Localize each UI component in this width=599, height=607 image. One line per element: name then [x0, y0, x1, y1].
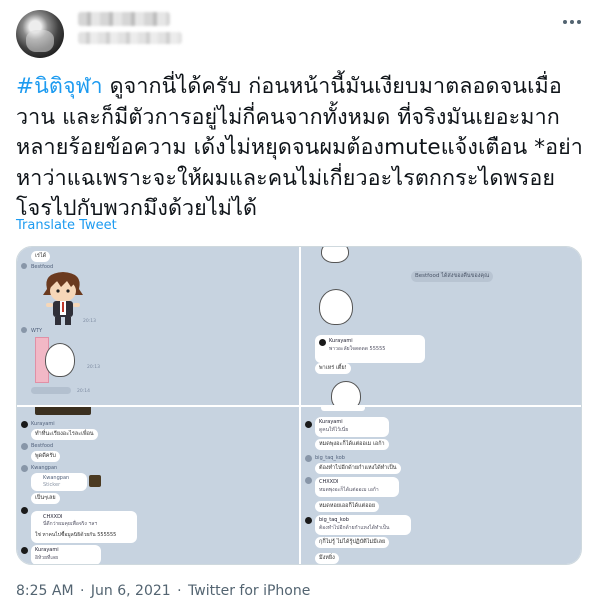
- cony-sticker: [319, 289, 353, 325]
- tweet-text-line-1: ดูจากนี่ได้ครับ ก่อนหน้านี้มันเงียบมาตลอ…: [102, 74, 562, 99]
- chat-reply-card: Kurayami ดูคนให้ไว้เนี่ย: [315, 417, 389, 437]
- username-redacted[interactable]: [78, 32, 182, 44]
- media-image-4[interactable]: Kurayami ดูคนให้ไว้เนี่ย หมดพุงอะก็ได้แต…: [301, 407, 581, 564]
- tweet-date[interactable]: Jun 6, 2021: [91, 583, 171, 599]
- chat-username: Kurayami: [35, 547, 59, 553]
- chat-bubble: [321, 407, 365, 411]
- tweet-text: #นิติจุฬา ดูจากนี่ได้ครับ ก่อนหน้านี้มัน…: [16, 72, 588, 225]
- display-name-redacted[interactable]: [78, 12, 170, 26]
- chat-reply-card: Kurayami พาวอะลัยใจดดดด 55555: [315, 335, 425, 363]
- cony-sticker: [321, 247, 349, 263]
- chat-avatar: [21, 327, 27, 333]
- hashtag-link[interactable]: #นิติจุฬา: [16, 74, 103, 99]
- chat-username: big_taq_kob: [315, 455, 345, 461]
- boy-sticker: [43, 272, 83, 325]
- chat-reply-card: CHXXDI นี่ดีกว่าผมคุยเพื่อจริง ฯลฯ ใช่ ห…: [31, 511, 137, 543]
- chat-avatar: [21, 421, 28, 428]
- tweet-source[interactable]: Twitter for iPhone: [188, 583, 310, 599]
- chat-bubble: เรได์: [31, 251, 51, 262]
- chat-username: Kwangpan: [31, 465, 58, 471]
- chat-username: Bestfood: [31, 443, 54, 449]
- tweet-meta: 8:25 AM · Jun 6, 2021 · Twitter for iPho…: [16, 583, 310, 599]
- chat-username: CHXXDI: [319, 479, 339, 485]
- cony-sticker: [45, 343, 75, 377]
- chat-bubble: หมดพุงอะก็ได้แต่ออเม เอก้า: [315, 439, 389, 450]
- chat-avatar: [305, 477, 312, 484]
- chat-avatar: [21, 443, 28, 450]
- chat-message: ต้องทำไปอีกด้ายกำแหงได้ทำเป็น: [319, 525, 390, 531]
- card-title: Kwangpan: [43, 475, 70, 481]
- chat-time: 20:13: [83, 319, 96, 324]
- chat-system-message: Bestfood ได้ส่งของคืนของคุณ: [411, 271, 494, 282]
- chat-bubble: หมดหอยเออก็ได้แต่ออย: [315, 501, 380, 512]
- media-image-2[interactable]: Bestfood ได้ส่งของคืนของคุณ Kurayami พาว…: [301, 247, 581, 405]
- chat-avatar: [305, 455, 312, 462]
- chat-quote: พาวอะลัยใจดดดด 55555: [329, 346, 386, 352]
- chat-username: Kurayami: [31, 421, 55, 427]
- cony-sticker: [331, 381, 361, 405]
- tweet-time[interactable]: 8:25 AM: [16, 583, 74, 599]
- card-subtitle: Sticker: [43, 482, 61, 488]
- chat-reply-card: Kurayami อิห้วยที่เลย: [31, 545, 101, 564]
- chat-bubble: พาเหร่ เตี้ย!: [315, 363, 351, 374]
- media-image-3[interactable]: Kurayami ทำที่นะเรียงอะไรละเพื่อน Bestfo…: [17, 407, 299, 564]
- chat-card: Kwangpan Sticker: [31, 473, 87, 491]
- chat-avatar: [21, 547, 28, 554]
- chat-reply-card: big_taq_kob ต้องทำไปอีกด้ายกำแหงได้ทำเป็…: [315, 515, 411, 535]
- chat-username: Kurayami: [319, 419, 343, 425]
- chat-bubble: มึงหยิ่ง: [315, 553, 339, 564]
- translate-tweet-link[interactable]: Translate Tweet: [16, 218, 117, 233]
- chat-message: หมดพุงอะก็ได้แต่ออเม เอก้า: [319, 487, 379, 493]
- chat-time: 20:13: [87, 365, 100, 370]
- chat-avatar: [21, 263, 27, 269]
- chat-bubble: พูดดีครับ: [31, 451, 60, 462]
- chat-time: 20:14: [77, 389, 90, 394]
- chat-avatar: [305, 421, 312, 428]
- meta-separator: ·: [80, 583, 85, 599]
- chat-bubble: ต้องทำไปอีกด้ายกำแหงได้ทำเป็น: [315, 463, 401, 474]
- chat-message: ใช่ หาคนไปซื้อมูลนิธิด้วยกัน 555555: [35, 532, 117, 538]
- chat-avatar: [305, 517, 312, 524]
- chat-avatar: [21, 465, 28, 472]
- media-grid: เรได์ Bestfood 20:13 WTY 20:13 20:14 Bes…: [16, 246, 582, 565]
- chat-message: อิห้วยที่เลย: [35, 555, 59, 561]
- sticker-thumb: [89, 475, 101, 487]
- tweet-text-line-3: หลายร้อยข้อความ เด้งไม่หยุดจนผมต้องmuteแ…: [16, 135, 583, 160]
- chat-username: WTY: [31, 328, 43, 334]
- meta-separator: ·: [177, 583, 182, 599]
- media-image-1[interactable]: เรได์ Bestfood 20:13 WTY 20:13 20:14: [17, 247, 299, 405]
- chat-username: CHXXDI: [43, 514, 63, 520]
- chat-username: Kurayami: [329, 338, 353, 344]
- more-horizontal-icon[interactable]: [560, 14, 584, 30]
- tweet-text-line-2: วาน และก็มีตัวการอยู่ไม่กี่คนจากทั้งหมด …: [16, 104, 560, 130]
- chat-username: big_taq_kob: [319, 517, 349, 523]
- chat-bubble: ทำที่นะเรียงอะไรละเพื่อน: [31, 429, 98, 440]
- chat-avatar: [319, 339, 326, 346]
- chat-quote: นี่ดีกว่าผมคุยเพื่อจริง ฯลฯ: [43, 521, 98, 527]
- chat-pill: [31, 387, 71, 394]
- tweet-text-line-4: หาว่าแฉเพราะจะให้ผมและคนไม่เกี่ยวอะไรตกก…: [16, 165, 556, 191]
- chat-bubble: กุก็ไม่รู้ ไม่ได้รู้ปฏิบัติไม่มีเลย: [315, 537, 390, 548]
- chat-message: ดูคนให้ไว้เนี่ย: [319, 427, 349, 433]
- chat-bubble: เป็นๆเลย: [31, 493, 60, 504]
- sticker-fragment: [35, 407, 91, 415]
- chat-reply-card: CHXXDI หมดพุงอะก็ได้แต่ออเม เอก้า: [315, 477, 399, 497]
- chat-avatar: [21, 507, 28, 514]
- tweet: #นิติจุฬา ดูจากนี่ได้ครับ ก่อนหน้านี้มัน…: [0, 0, 599, 607]
- avatar[interactable]: [16, 10, 64, 58]
